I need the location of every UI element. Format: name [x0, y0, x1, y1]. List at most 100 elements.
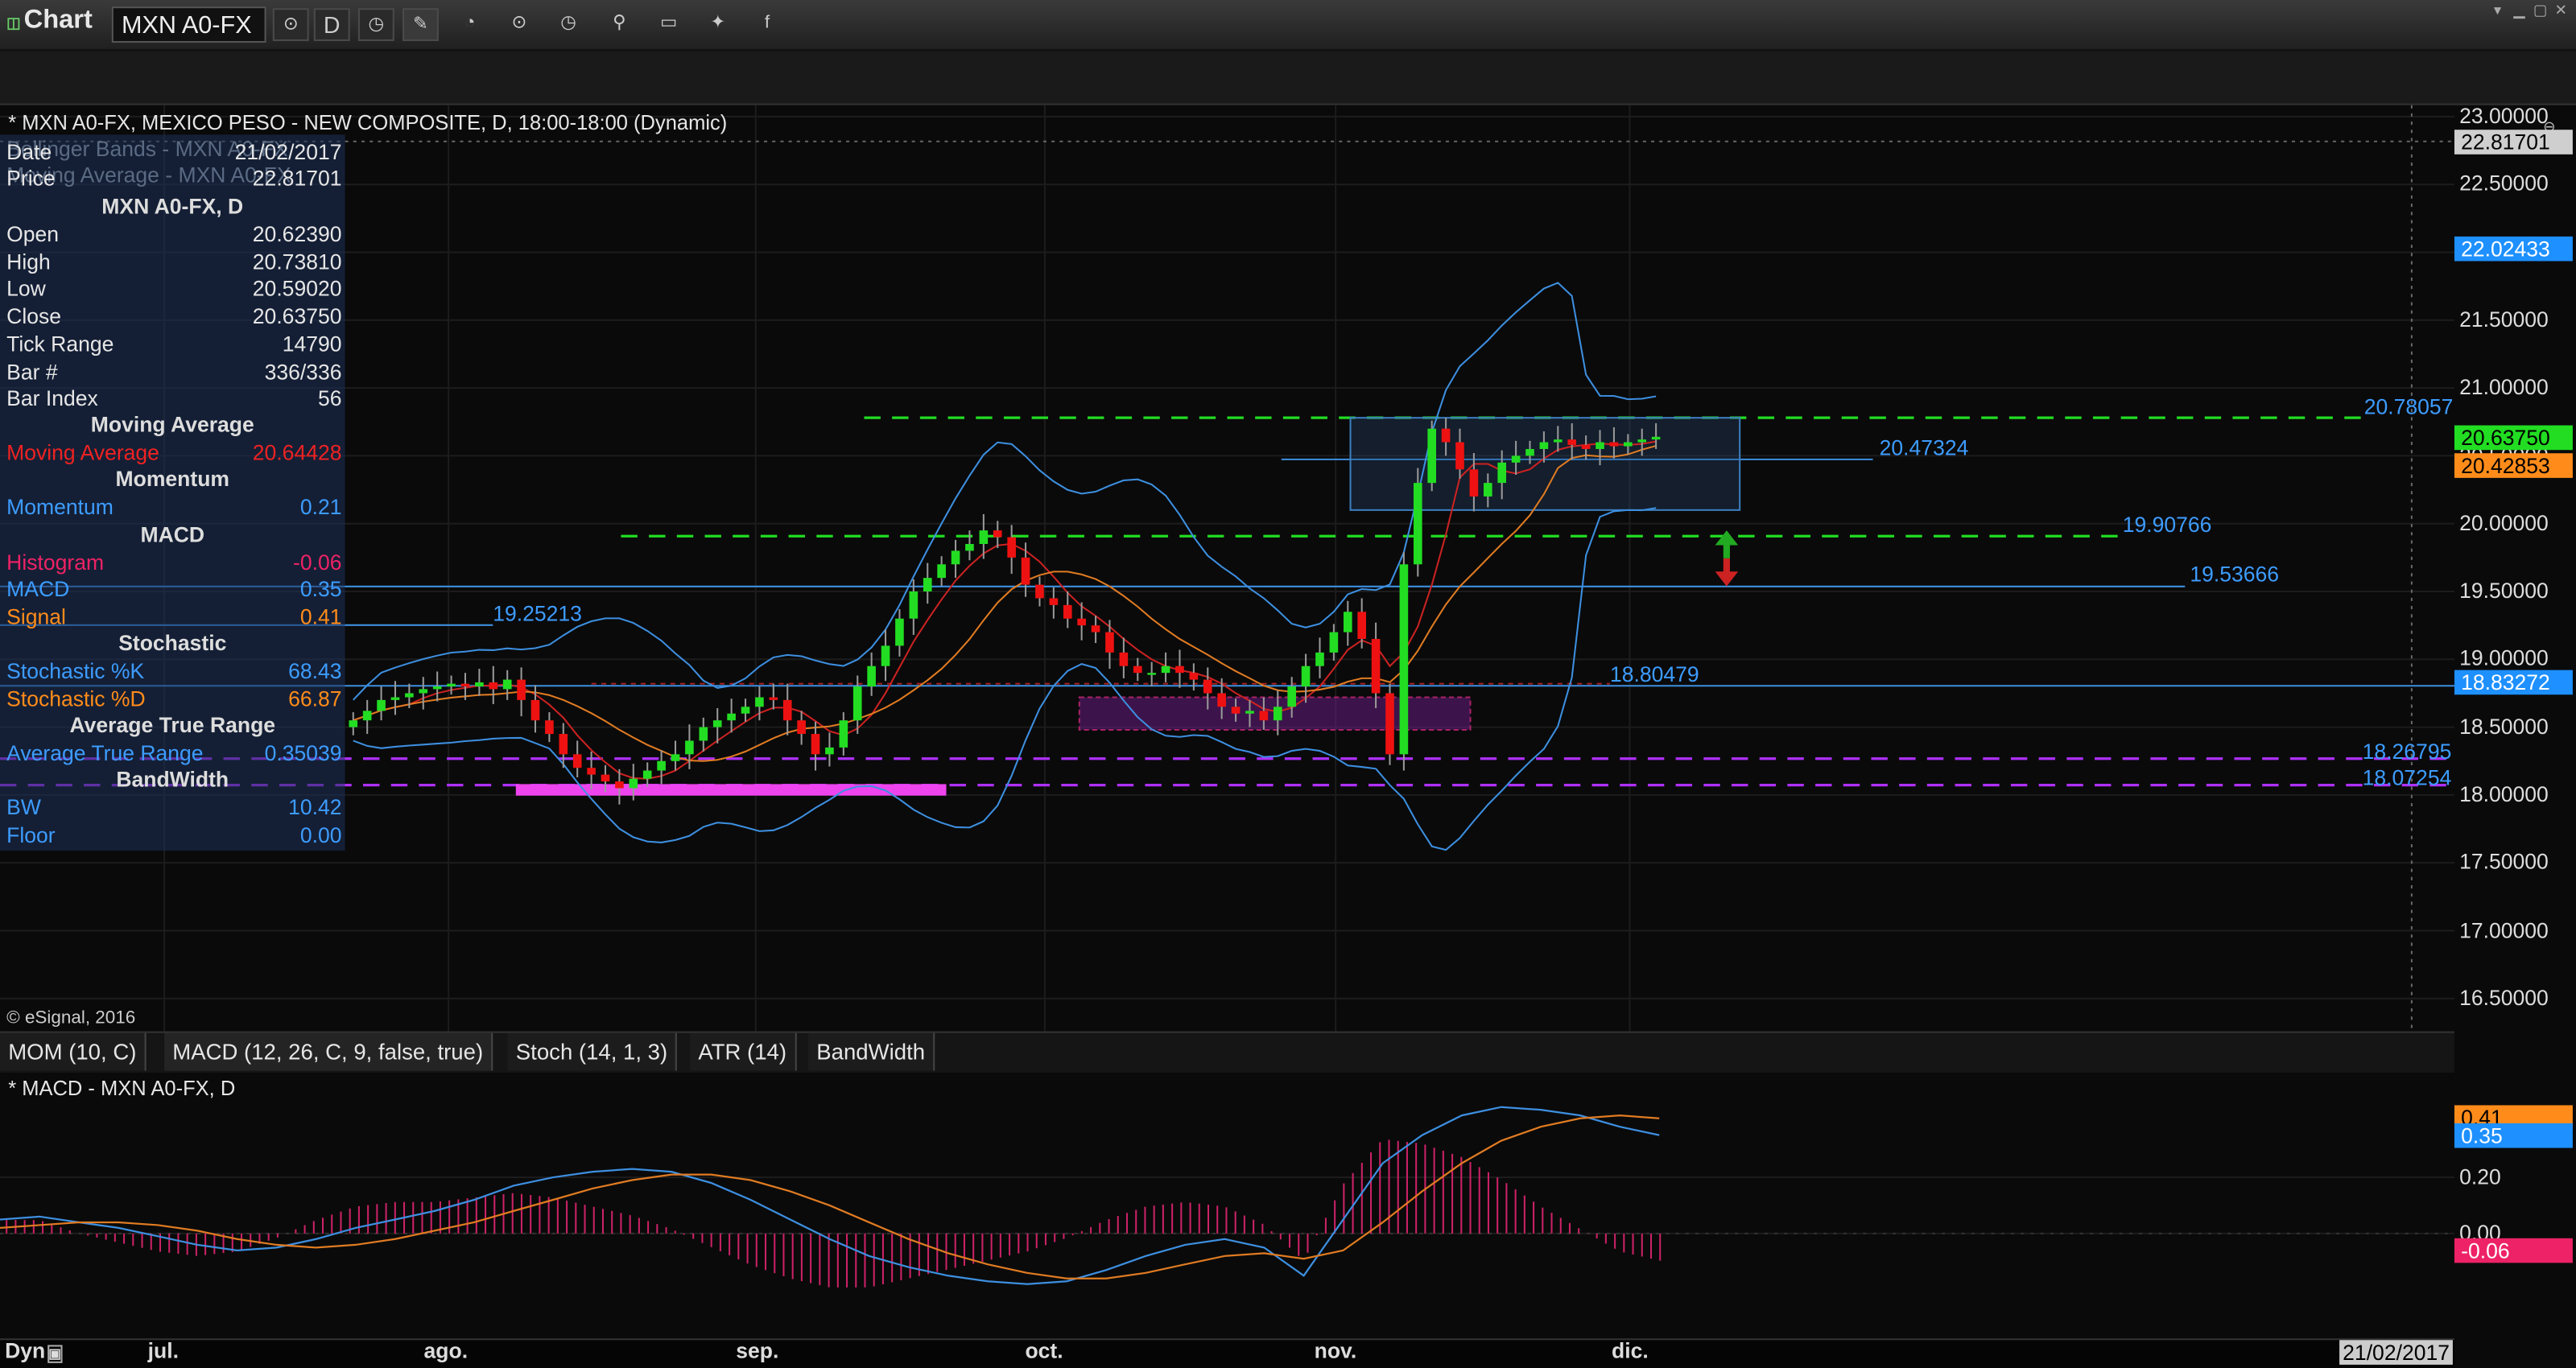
dyn-toggle-icon[interactable]: ▣ — [47, 1345, 63, 1363]
stoch-d-label: Stochastic %D — [6, 686, 146, 711]
macd-tag: 0.35 — [2454, 1123, 2573, 1148]
macd-label: MACD — [6, 576, 70, 601]
histogram-value: -0.06 — [292, 550, 342, 575]
level-label-7: 18.26795 — [2362, 739, 2452, 764]
interval-selector[interactable]: D — [313, 8, 350, 42]
macd-tag: -0.06 — [2454, 1238, 2573, 1263]
tab-bandwidth[interactable]: BandWidth — [808, 1032, 935, 1071]
price-tag: 18.83272 — [2454, 670, 2573, 694]
link-icon[interactable]: ⚲ — [601, 8, 638, 41]
cursor-icon[interactable]: ◔ — [452, 8, 488, 41]
macd-chart[interactable] — [0, 1072, 2576, 1339]
info-row-value: 20.63750 — [252, 303, 342, 329]
info-row-value: 20.59020 — [252, 276, 342, 302]
price-tag: 20.63750 — [2454, 424, 2573, 450]
info-row-label: Tick Range — [6, 331, 114, 356]
bandwidth-header: BandWidth — [116, 767, 229, 792]
dyn-label[interactable]: Dyn ▣ — [5, 1338, 63, 1363]
level-label-4: 19.53666 — [2190, 561, 2280, 587]
consolidation-zone — [1349, 417, 1741, 511]
title-toolbar: ◫ Chart MXN A0-FX ⊙ D ◷ ✎ ◔ ⊙ ◷ ⚲ ▭ ✦ f ▾… — [0, 0, 2576, 52]
minimize-icon[interactable]: ▁ — [2513, 2, 2524, 19]
candle — [1427, 420, 1437, 492]
date-value: 21/02/2017 — [234, 139, 342, 165]
level-label-3: 19.90766 — [2122, 512, 2212, 538]
drawing-toolbar: ⁄·─·⁄·⁄·⁄·⁄· ⚬·▢·◇·△·△· ☰· ⁄·◎·◎·≡·≣·≡·≡… — [0, 51, 2576, 135]
app-title: ◫ Chart — [6, 6, 93, 36]
info-row-value: 56 — [317, 385, 342, 411]
zoom-icon[interactable]: ◷ — [551, 8, 587, 41]
momentum-label: Momentum — [6, 494, 114, 519]
symbol-header: MXN A0-FX, D — [101, 193, 244, 219]
date-axis[interactable] — [0, 1338, 2454, 1368]
macd-tick-label: 0.20 — [2459, 1164, 2501, 1189]
info-row-label: Close — [6, 303, 62, 329]
symbol-input[interactable]: MXN A0-FX — [111, 6, 266, 43]
info-row-label: Bar # — [6, 358, 58, 384]
atr-label: Average True Range — [6, 740, 204, 766]
price-tick-label: 17.00000 — [2459, 917, 2549, 942]
level-label-1: 20.78057 — [2363, 394, 2454, 419]
candle — [1413, 468, 1422, 577]
info-row-value: 20.62390 — [252, 221, 342, 247]
crosshair-icon[interactable]: ⊙ — [501, 8, 537, 41]
tab-atr[interactable]: ATR (14) — [690, 1032, 797, 1071]
histogram-label: Histogram — [6, 550, 105, 575]
price-tick-label: 17.50000 — [2459, 849, 2549, 875]
price-tick-label: 19.00000 — [2459, 645, 2549, 671]
month-label: oct. — [1025, 1338, 1063, 1363]
pencil-icon[interactable]: ✎ — [402, 8, 439, 42]
close-icon[interactable]: ✕ — [2554, 2, 2566, 19]
price-tick-label: 19.50000 — [2459, 578, 2549, 604]
month-label: sep. — [736, 1338, 779, 1363]
comment-icon[interactable]: ▭ — [650, 8, 687, 41]
clock-icon[interactable]: ◷ — [357, 8, 394, 42]
facebook-icon[interactable]: f — [749, 8, 786, 41]
price-tick-label: 18.00000 — [2459, 781, 2549, 807]
atr-value: 0.35039 — [264, 740, 342, 766]
macd-header: MACD — [140, 521, 205, 547]
info-row-label: Bar Index — [6, 385, 98, 411]
bw-label: BW — [6, 794, 41, 820]
signal-value: 0.41 — [299, 604, 342, 629]
cursor-date-tag: 21/02/2017 — [2339, 1340, 2454, 1365]
bw-value: 10.42 — [288, 794, 342, 820]
month-label: jul. — [147, 1338, 180, 1363]
candle — [1399, 552, 1409, 771]
window-menu-icon[interactable]: ▾ — [2494, 2, 2501, 19]
month-label: dic. — [1612, 1338, 1649, 1363]
tab-stoch[interactable]: Stoch (14, 1, 3) — [507, 1032, 678, 1071]
twitter-icon[interactable]: ✦ — [700, 8, 736, 41]
momentum-header: Momentum — [115, 466, 230, 492]
floor-value: 0.00 — [299, 822, 342, 848]
ma-header: Moving Average — [90, 412, 254, 437]
price-label: Price — [6, 166, 56, 191]
info-row-label: Low — [6, 276, 46, 302]
level-label-8: 18.07254 — [2362, 765, 2452, 790]
price-tick-label: 20.00000 — [2459, 510, 2549, 535]
month-label: nov. — [1314, 1338, 1357, 1363]
maximize-icon[interactable]: ▢ — [2533, 2, 2547, 19]
tab-mom[interactable]: MOM (10, C) — [0, 1032, 147, 1071]
chart-title: * MXN A0-FX, MEXICO PESO - NEW COMPOSITE… — [8, 111, 728, 135]
price-value: 22.81701 — [252, 166, 342, 191]
price-tick-label: 22.50000 — [2459, 171, 2549, 196]
tab-macd[interactable]: MACD (12, 26, C, 9, false, true) — [164, 1032, 493, 1071]
info-row-value: 14790 — [282, 331, 342, 356]
price-tick-label: 16.50000 — [2459, 985, 2549, 1011]
symbol-link-icon[interactable]: ⊙ — [272, 8, 309, 42]
candle — [1385, 683, 1394, 765]
stoch-k-label: Stochastic %K — [6, 658, 145, 683]
floor-label: Floor — [6, 822, 56, 848]
stoch-k-value: 68.43 — [288, 658, 342, 683]
price-tag: 20.42853 — [2454, 453, 2573, 478]
macd-title: * MACD - MXN A0-FX, D — [8, 1077, 236, 1101]
level-label-6: 18.80479 — [1609, 661, 1699, 687]
date-label: Date — [6, 139, 52, 165]
level-label-5: 19.25213 — [493, 600, 582, 626]
ma-value: 20.64428 — [252, 439, 342, 465]
info-row-label: High — [6, 249, 51, 274]
macd-value: 0.35 — [299, 576, 342, 601]
copyright-text: © eSignal, 2016 — [6, 1008, 136, 1028]
price-tag: 22.81701 — [2454, 129, 2573, 155]
